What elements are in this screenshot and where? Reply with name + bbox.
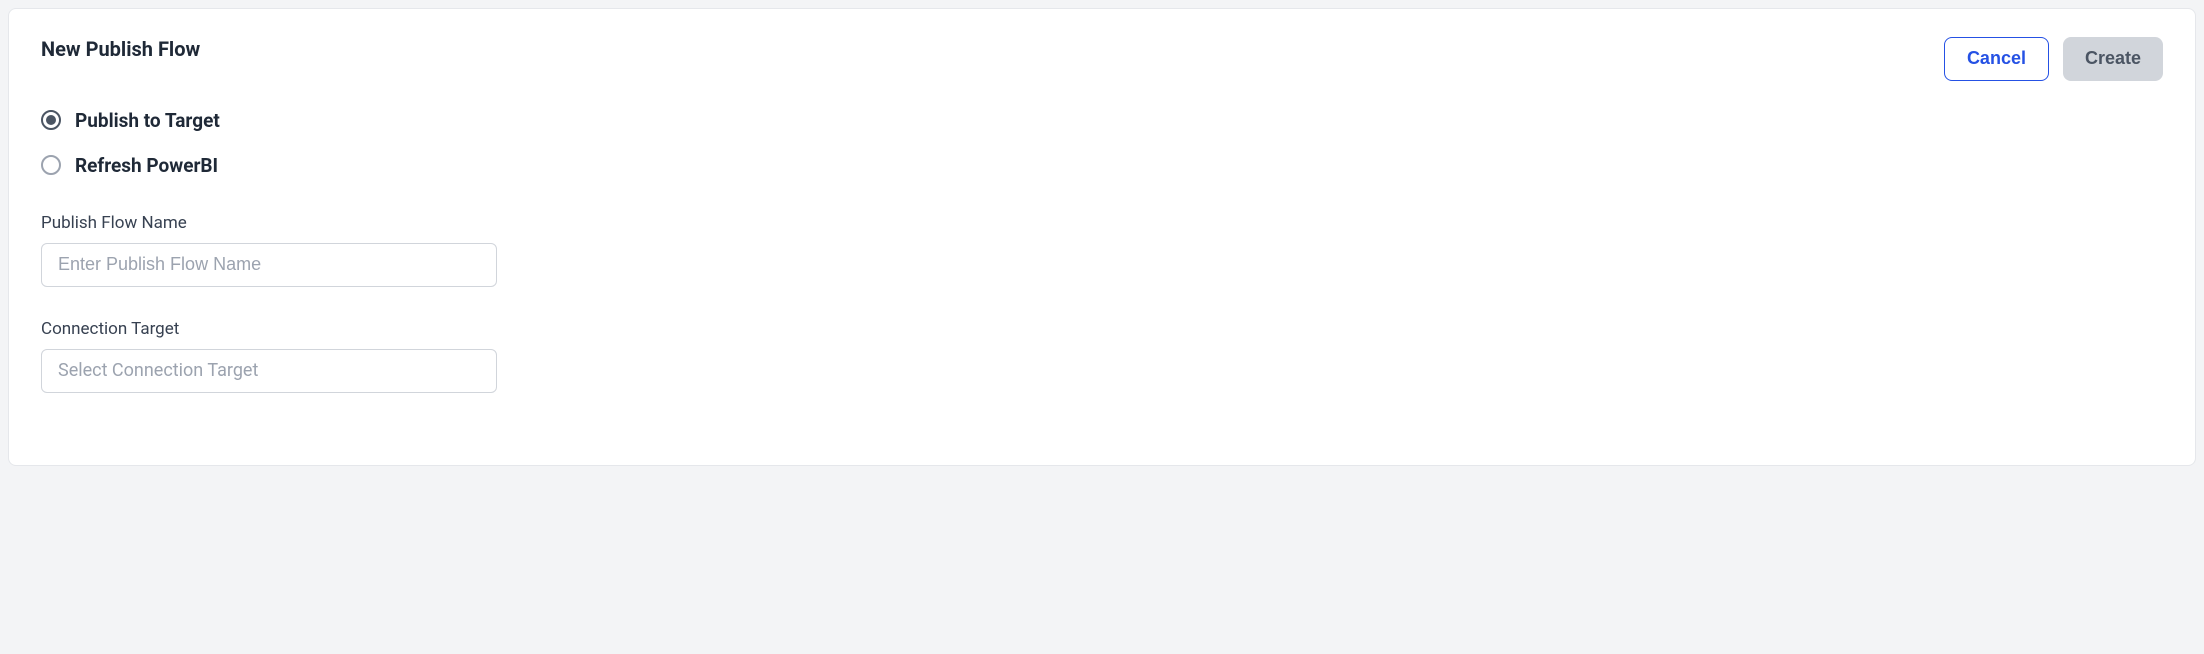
radio-refresh-powerbi[interactable]: Refresh PowerBI bbox=[41, 154, 2163, 177]
header-row: New Publish Flow Cancel Create bbox=[41, 37, 2163, 81]
form-section: Publish Flow Name Connection Target Sele… bbox=[41, 213, 2163, 393]
radio-label: Refresh PowerBI bbox=[75, 154, 218, 177]
connection-target-field: Connection Target Select Connection Targ… bbox=[41, 319, 2163, 393]
flow-type-radio-group: Publish to Target Refresh PowerBI bbox=[41, 109, 2163, 177]
flow-name-field: Publish Flow Name bbox=[41, 213, 2163, 287]
cancel-button[interactable]: Cancel bbox=[1944, 37, 2049, 81]
create-button[interactable]: Create bbox=[2063, 37, 2163, 81]
flow-name-label: Publish Flow Name bbox=[41, 213, 2163, 233]
radio-label: Publish to Target bbox=[75, 109, 220, 132]
radio-unselected-icon bbox=[41, 155, 61, 175]
connection-target-label: Connection Target bbox=[41, 319, 2163, 339]
select-placeholder: Select Connection Target bbox=[58, 360, 258, 381]
new-publish-flow-panel: New Publish Flow Cancel Create Publish t… bbox=[8, 8, 2196, 466]
radio-selected-icon bbox=[41, 110, 61, 130]
radio-publish-to-target[interactable]: Publish to Target bbox=[41, 109, 2163, 132]
action-buttons: Cancel Create bbox=[1944, 37, 2163, 81]
flow-name-input[interactable] bbox=[41, 243, 497, 287]
page-title: New Publish Flow bbox=[41, 37, 200, 61]
connection-target-select[interactable]: Select Connection Target bbox=[41, 349, 497, 393]
